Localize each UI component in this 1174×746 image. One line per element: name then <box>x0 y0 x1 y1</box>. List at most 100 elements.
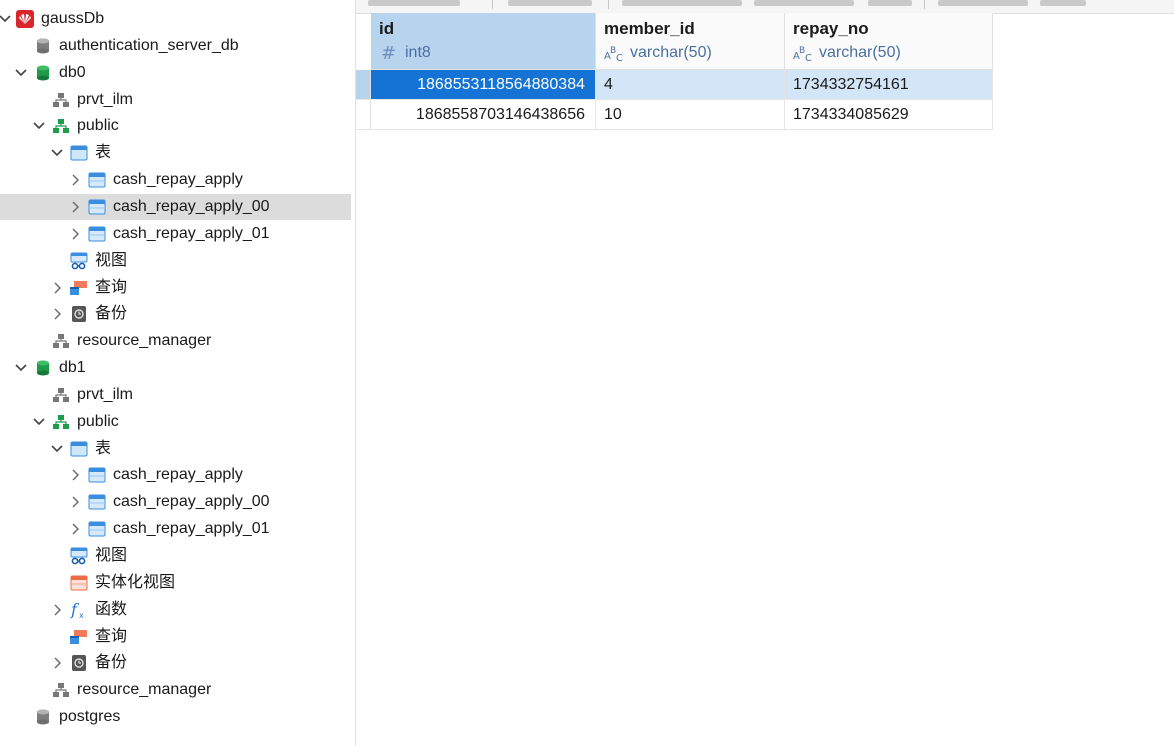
tree-node[interactable]: f x 函数 <box>0 597 351 623</box>
tree-node[interactable]: 表 <box>0 436 351 462</box>
tree-node[interactable]: authentication_server_db <box>0 33 351 59</box>
tree-node[interactable]: resource_manager <box>0 328 351 354</box>
backup-icon <box>70 653 88 673</box>
database-green-icon <box>34 63 52 83</box>
toolbar-item[interactable] <box>938 0 1028 6</box>
svg-text:#: # <box>381 43 396 63</box>
chevron-down-icon[interactable] <box>50 440 64 458</box>
cell-repay-no[interactable]: 1734334085629 <box>785 100 993 130</box>
toolbar-item[interactable] <box>754 0 854 6</box>
cell-repay-no[interactable]: 1734332754161 <box>785 70 993 100</box>
database-green-icon <box>34 358 52 378</box>
tree-node[interactable]: 视图 <box>0 248 351 274</box>
tree-node[interactable]: cash_repay_apply_00 <box>0 489 351 515</box>
cell-id[interactable]: 1868553118564880384 <box>371 70 596 100</box>
tree-node[interactable]: 备份 <box>0 650 351 676</box>
cell-id[interactable]: 1868558703146438656 <box>371 100 596 130</box>
column-header-id[interactable]: id # int8 <box>371 13 596 70</box>
huawei-logo-icon <box>16 9 34 29</box>
tree-node[interactable]: cash_repay_apply_01 <box>0 221 351 247</box>
tree-node[interactable]: cash_repay_apply <box>0 167 351 193</box>
tree-node[interactable]: gaussDb <box>0 6 351 32</box>
tree-node[interactable]: resource_manager <box>0 677 351 703</box>
tree-node[interactable]: 查询 <box>0 275 351 301</box>
chevron-right-icon[interactable] <box>68 493 82 511</box>
tree-node-label: cash_repay_apply <box>113 466 243 483</box>
tables-folder-icon <box>70 143 88 163</box>
chevron-right-icon[interactable] <box>50 601 64 619</box>
table-icon <box>88 519 106 539</box>
tree-node[interactable]: prvt_ilm <box>0 87 351 113</box>
chevron-right-icon[interactable] <box>68 171 82 189</box>
column-type: A B Cvarchar(50) <box>604 43 712 63</box>
cell-member-id[interactable]: 10 <box>596 100 785 130</box>
toolbar-item[interactable] <box>868 0 912 6</box>
tree-node[interactable]: postgres <box>0 704 351 730</box>
query-icon <box>70 278 88 298</box>
tree-node[interactable]: cash_repay_apply <box>0 462 351 488</box>
tree-node[interactable]: cash_repay_apply_01 <box>0 516 351 542</box>
tree-node[interactable]: public <box>0 113 351 139</box>
chevron-down-icon[interactable] <box>50 144 64 162</box>
chevron-down-icon[interactable] <box>14 359 28 377</box>
tree-node[interactable]: public <box>0 409 351 435</box>
data-grid-pane: id # int8 member_id A B Cvarchar(50) repay_no A B… <box>356 0 1174 746</box>
toolbar-item[interactable] <box>1040 0 1086 6</box>
row-selector[interactable] <box>356 100 371 130</box>
hash-icon: # <box>379 43 401 63</box>
table-icon <box>88 197 106 217</box>
schema-gray-icon <box>52 90 70 110</box>
chevron-right-icon[interactable] <box>50 305 64 323</box>
tree-node[interactable]: 实体化视图 <box>0 570 351 596</box>
tree-node[interactable]: db1 <box>0 355 351 381</box>
column-type-label: varchar(50) <box>630 44 712 61</box>
tree-node-label: 表 <box>95 144 112 161</box>
chevron-right-icon[interactable] <box>68 225 82 243</box>
view-icon <box>70 251 88 271</box>
database-gray-icon <box>34 36 52 56</box>
tree-node-label: public <box>77 413 119 430</box>
column-type: # int8 <box>379 43 431 63</box>
row-selector[interactable] <box>356 70 371 100</box>
tree-node-label: resource_manager <box>77 332 212 349</box>
tree-node[interactable]: prvt_ilm <box>0 382 351 408</box>
cell-member-id[interactable]: 4 <box>596 70 785 100</box>
chevron-down-icon[interactable] <box>32 117 46 135</box>
toolbar-item[interactable] <box>368 0 460 6</box>
chevron-down-icon[interactable] <box>14 64 28 82</box>
toolbar-item[interactable] <box>508 0 592 6</box>
column-header-repay-no[interactable]: repay_no A B Cvarchar(50) <box>785 13 993 70</box>
tree-node[interactable]: db0 <box>0 60 351 86</box>
svg-text:C: C <box>805 53 812 63</box>
chevron-right-icon[interactable] <box>68 520 82 538</box>
tree-node-label: 查询 <box>95 628 128 645</box>
database-gray-icon <box>34 707 52 727</box>
query-icon <box>70 627 88 647</box>
chevron-right-icon[interactable] <box>50 279 64 297</box>
toolbar-item[interactable] <box>622 0 742 6</box>
function-icon: fx <box>70 600 88 620</box>
toolbar-divider <box>492 0 493 9</box>
tree-node-label: gaussDb <box>41 10 105 27</box>
chevron-down-icon[interactable] <box>32 413 46 431</box>
tree-node[interactable]: 视图 <box>0 543 351 569</box>
chevron-down-icon[interactable] <box>0 10 12 28</box>
column-type: A B Cvarchar(50) <box>793 43 901 63</box>
column-name: id <box>379 19 395 38</box>
chevron-right-icon[interactable] <box>50 654 64 672</box>
tree-node[interactable]: cash_repay_apply_00 <box>0 194 351 220</box>
schema-green-icon <box>52 116 70 136</box>
column-header-member-id[interactable]: member_id A B Cvarchar(50) <box>596 13 785 70</box>
svg-text:x: x <box>79 611 84 620</box>
tree-node[interactable]: 表 <box>0 140 351 166</box>
tree-node[interactable]: 查询 <box>0 624 351 650</box>
chevron-right-icon[interactable] <box>68 466 82 484</box>
schema-green-icon <box>52 412 70 432</box>
column-name: member_id <box>604 19 695 38</box>
tree-node[interactable]: 备份 <box>0 301 351 327</box>
table-icon <box>88 492 106 512</box>
tree-node-label: cash_repay_apply_00 <box>113 198 270 215</box>
toolbar-divider <box>924 0 925 9</box>
chevron-right-icon[interactable] <box>68 198 82 216</box>
tree-node-label: 备份 <box>95 305 128 322</box>
